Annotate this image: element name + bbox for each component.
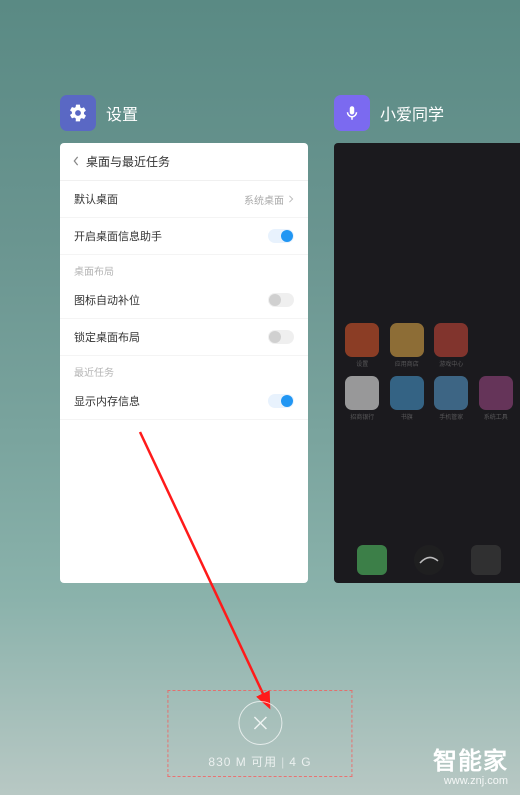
gear-icon (60, 95, 96, 131)
chevron-left-icon[interactable] (72, 155, 80, 169)
app-cell: 游戏中心 (433, 323, 470, 368)
row-default-desktop[interactable]: 默认桌面 系统桌面 (60, 181, 308, 218)
card-header: 小爱同学 (334, 95, 520, 131)
recent-card-xiaoai[interactable]: 小爱同学 设置 应用商店 游戏中心 招商银行 书旗 手机管家 系统工具 (334, 95, 520, 583)
clear-all-button[interactable] (238, 701, 282, 745)
app-cell: 设置 (344, 323, 381, 368)
row-label: 锁定桌面布局 (74, 329, 140, 345)
app-cell: 手机管家 (433, 376, 470, 421)
toggle-switch[interactable] (268, 394, 294, 408)
recent-apps-carousel: 设置 桌面与最近任务 默认桌面 系统桌面 开启桌面信息助手 桌面布局 (60, 95, 520, 583)
assistant-orb-icon (414, 545, 444, 575)
app-cell: 书旗 (389, 376, 426, 421)
section-layout-label: 桌面布局 (60, 255, 308, 282)
card-header: 设置 (60, 95, 308, 131)
memory-info: 830 M 可用|4 G (208, 753, 311, 770)
row-label: 图标自动补位 (74, 292, 140, 308)
home-dock (344, 545, 514, 575)
mic-icon (334, 95, 370, 131)
app-cell: 招商银行 (344, 376, 381, 421)
toggle-switch[interactable] (268, 330, 294, 344)
watermark: 智能家 www.znj.com (433, 749, 508, 787)
section-recent-label: 最近任务 (60, 356, 308, 383)
app-cell: 系统工具 (478, 376, 515, 421)
phone-icon (357, 545, 387, 575)
home-app-grid: 设置 应用商店 游戏中心 招商银行 书旗 手机管家 系统工具 (344, 323, 514, 421)
memory-total: 4 G (289, 755, 311, 769)
row-value: 系统桌面 (244, 192, 294, 207)
watermark-url: www.znj.com (433, 775, 508, 787)
recents-bottom-bar: 830 M 可用|4 G (167, 690, 352, 777)
row-label: 开启桌面信息助手 (74, 228, 162, 244)
row-label: 显示内存信息 (74, 393, 140, 409)
row-label: 默认桌面 (74, 191, 118, 207)
settings-page-header[interactable]: 桌面与最近任务 (60, 143, 308, 181)
settings-preview[interactable]: 桌面与最近任务 默认桌面 系统桌面 开启桌面信息助手 桌面布局 图标自动补位 锁… (60, 143, 308, 583)
row-show-memory[interactable]: 显示内存信息 (60, 383, 308, 420)
app-cell: 应用商店 (389, 323, 426, 368)
card-title: 设置 (106, 101, 138, 125)
toggle-switch[interactable] (268, 293, 294, 307)
browser-icon (471, 545, 501, 575)
close-icon (251, 714, 269, 732)
recent-card-settings[interactable]: 设置 桌面与最近任务 默认桌面 系统桌面 开启桌面信息助手 桌面布局 (60, 95, 308, 583)
xiaoai-preview[interactable]: 设置 应用商店 游戏中心 招商银行 书旗 手机管家 系统工具 (334, 143, 520, 583)
annotation-highlight-box: 830 M 可用|4 G (167, 690, 352, 777)
card-title: 小爱同学 (380, 101, 444, 125)
watermark-brand: 智能家 (433, 749, 508, 775)
chevron-right-icon (288, 195, 294, 203)
row-icon-autofill[interactable]: 图标自动补位 (60, 282, 308, 319)
row-desktop-assistant[interactable]: 开启桌面信息助手 (60, 218, 308, 255)
memory-available: 830 M 可用 (208, 755, 277, 769)
toggle-switch[interactable] (268, 229, 294, 243)
row-lock-layout[interactable]: 锁定桌面布局 (60, 319, 308, 356)
settings-page-title: 桌面与最近任务 (86, 153, 170, 170)
